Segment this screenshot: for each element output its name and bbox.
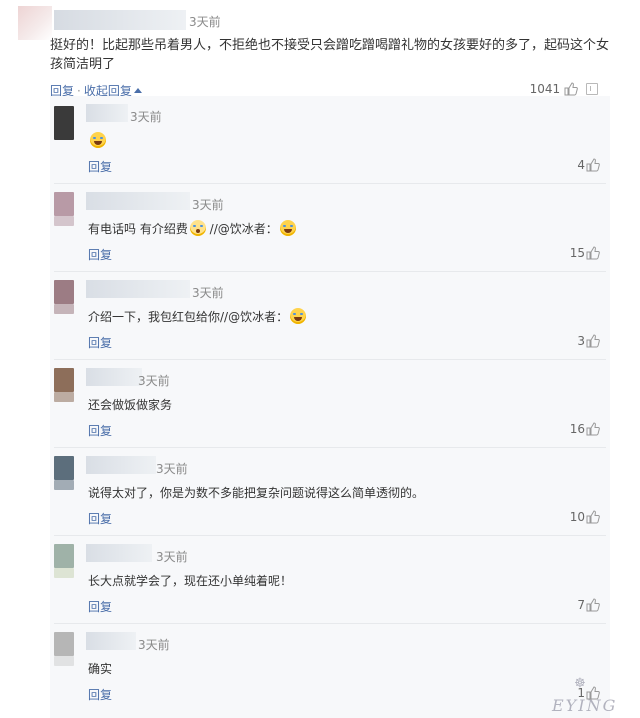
- main-comment: 3天前 挺好的！比起那些吊着男人，不拒绝也不接受只会蹭吃蹭喝蹭礼物的女孩要好的多…: [0, 0, 640, 104]
- thumbs-up-icon: [586, 158, 600, 172]
- like-button[interactable]: 10: [570, 510, 600, 524]
- reply-time: 3天前: [130, 110, 162, 124]
- cry-laugh-emoji: [290, 308, 307, 324]
- username-blurred[interactable]: [86, 456, 156, 474]
- like-button[interactable]: 7: [577, 598, 600, 612]
- reply-avatar[interactable]: [54, 368, 74, 392]
- reply-button[interactable]: 回复: [88, 246, 112, 263]
- like-button[interactable]: 4: [577, 158, 600, 172]
- like-button[interactable]: 3: [577, 334, 600, 348]
- reply-avatar[interactable]: [54, 280, 74, 304]
- reply-avatar[interactable]: [54, 456, 74, 480]
- reply-button[interactable]: 回复: [88, 510, 112, 527]
- thumbs-up-icon: [586, 510, 600, 524]
- reply-text-main: 有电话吗 有介绍费: [88, 222, 188, 236]
- thumbs-up-icon: [586, 334, 600, 348]
- reply-button[interactable]: 回复: [88, 686, 112, 703]
- username-blurred[interactable]: [54, 10, 186, 30]
- username-blurred[interactable]: [86, 632, 136, 650]
- reply-button[interactable]: 回复: [88, 334, 112, 351]
- like-count: 3: [577, 334, 585, 348]
- reply-avatar-shade: [54, 568, 74, 578]
- thumbs-up-icon: [564, 82, 578, 96]
- comment-page: 3天前 挺好的！比起那些吊着男人，不拒绝也不接受只会蹭吃蹭喝蹭礼物的女孩要好的多…: [0, 0, 640, 718]
- reply-text-quote: //@饮冰者：: [209, 222, 278, 236]
- reply-avatar-shade: [54, 216, 74, 226]
- reply-text: [88, 132, 106, 148]
- like-button[interactable]: 16: [570, 422, 600, 436]
- reply-avatar-shade: [54, 656, 74, 666]
- watermark-text: EYING: [552, 696, 618, 715]
- watermark-logo-icon: ☸: [574, 676, 586, 691]
- like-button[interactable]: 1041: [530, 82, 578, 96]
- reply-time: 3天前: [138, 638, 170, 652]
- reply-button[interactable]: 回复: [88, 422, 112, 439]
- reply-time: 3天前: [192, 286, 224, 300]
- reply-text-main: 介绍一下，我包红包给你//@饮冰者：: [88, 310, 289, 324]
- username-blurred[interactable]: [86, 192, 190, 210]
- reply-text: 确实: [88, 662, 113, 676]
- reply-item: 3天前 回复 4: [50, 96, 610, 184]
- cry-laugh-emoji: [279, 220, 296, 236]
- reply-time: 3天前: [138, 374, 170, 388]
- username-blurred[interactable]: [86, 368, 142, 386]
- like-count: 7: [577, 598, 585, 612]
- reply-time: 3天前: [192, 198, 224, 212]
- comment-time: 3天前: [189, 15, 221, 29]
- reply-text: 介绍一下，我包红包给你//@饮冰者：: [88, 308, 307, 325]
- reply-avatar-shade: [54, 304, 74, 314]
- reply-item: 3天前 有电话吗 有介绍费 //@饮冰者： 回复 15: [50, 184, 610, 272]
- reply-avatar[interactable]: [54, 106, 74, 140]
- reply-avatar-shade: [54, 480, 74, 490]
- reply-time: 3天前: [156, 462, 188, 476]
- reply-button[interactable]: 回复: [88, 158, 112, 175]
- reply-time: 3天前: [156, 550, 188, 564]
- reply-item: 3天前 还会做饭做家务 回复 16: [50, 360, 610, 448]
- reply-item: 3天前 介绍一下，我包红包给你//@饮冰者： 回复 3: [50, 272, 610, 360]
- like-count: 4: [577, 158, 585, 172]
- reply-button[interactable]: 回复: [88, 598, 112, 615]
- comment-text: 挺好的！比起那些吊着男人，不拒绝也不接受只会蹭吃蹭喝蹭礼物的女孩要好的多了，起码…: [50, 38, 610, 72]
- reply-text: 有电话吗 有介绍费 //@饮冰者：: [88, 220, 296, 237]
- reply-item: 3天前 确实 回复 1: [50, 624, 610, 712]
- username-blurred[interactable]: [86, 544, 152, 562]
- shocked-emoji: [189, 220, 206, 236]
- username-blurred[interactable]: [86, 104, 128, 122]
- more-options-icon[interactable]: [586, 83, 598, 95]
- cry-laugh-emoji: [90, 132, 106, 148]
- reply-text: 长大点就学会了，现在还小单纯着呢！: [88, 574, 293, 588]
- like-button[interactable]: 15: [570, 246, 600, 260]
- thumbs-up-icon: [586, 422, 600, 436]
- reply-avatar[interactable]: [54, 632, 74, 656]
- thumbs-up-icon: [586, 246, 600, 260]
- reply-avatar-shade: [54, 392, 74, 402]
- reply-item: 3天前 说得太对了，你是为数不多能把复杂问题说得这么简单透彻的。 回复 10: [50, 448, 610, 536]
- like-count: 10: [569, 510, 585, 524]
- watermark: ☸ EYING: [552, 676, 636, 716]
- like-count: 15: [569, 246, 585, 260]
- thumbs-up-icon: [586, 598, 600, 612]
- reply-text: 说得太对了，你是为数不多能把复杂问题说得这么简单透彻的。: [88, 486, 425, 500]
- reply-text: 还会做饭做家务: [88, 398, 173, 412]
- like-count: 1041: [529, 82, 561, 96]
- like-count: 16: [569, 422, 585, 436]
- reply-item: 3天前 长大点就学会了，现在还小单纯着呢！ 回复 7: [50, 536, 610, 624]
- reply-avatar[interactable]: [54, 192, 74, 216]
- reply-avatar[interactable]: [54, 544, 74, 568]
- chevron-up-icon: [133, 88, 142, 93]
- avatar[interactable]: [18, 6, 52, 40]
- username-blurred[interactable]: [86, 280, 190, 298]
- replies-panel: 3天前 回复 4 3天前 有电话吗 有介绍费 //@饮冰者： 回复 15 3天前…: [50, 96, 610, 718]
